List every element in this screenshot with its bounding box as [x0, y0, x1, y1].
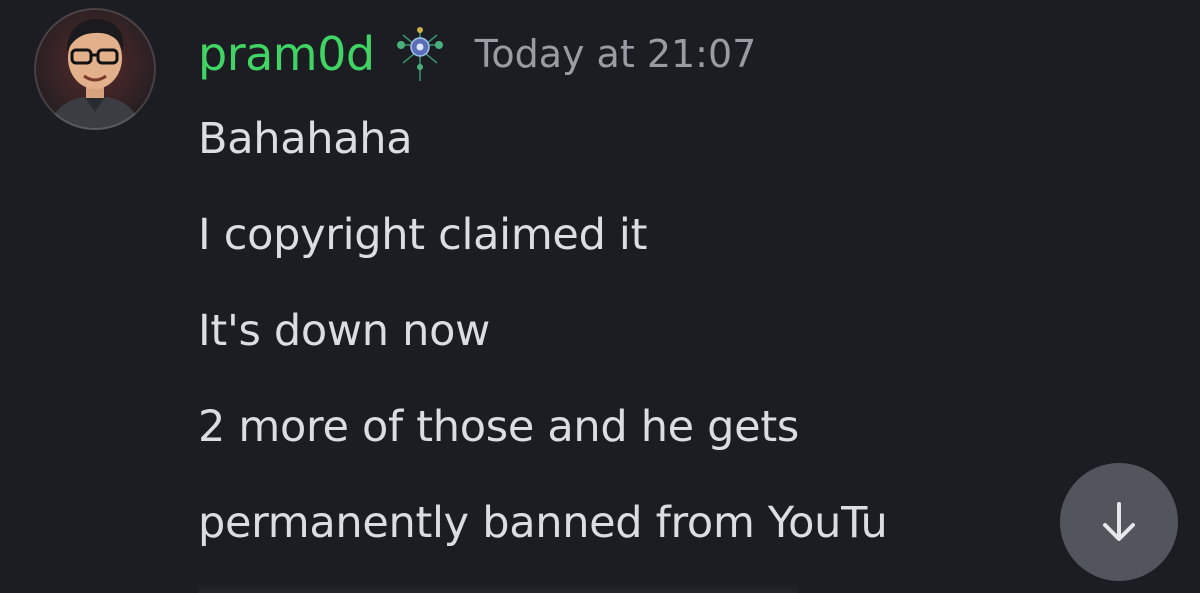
- user-avatar[interactable]: [34, 8, 156, 130]
- server-badge-icon[interactable]: [389, 23, 451, 85]
- chat-view: pram0d Today at 21:07 Bahahaha I copyrig…: [0, 0, 1200, 593]
- message-header: pram0d Today at 21:07: [198, 22, 756, 86]
- message-line[interactable]: 2 more of those and he gets: [198, 392, 1118, 488]
- message-line[interactable]: permanently banned from YouTu: [198, 488, 1058, 584]
- avatar-image: [34, 8, 156, 130]
- message-line[interactable]: It's down now: [198, 296, 1118, 392]
- message-line[interactable]: I copyright claimed it: [198, 200, 1118, 296]
- message-timestamp: Today at 21:07: [474, 32, 757, 76]
- message-content: Bahahaha I copyright claimed it It's dow…: [198, 104, 1118, 584]
- arrow-down-icon: [1103, 502, 1135, 541]
- author-username[interactable]: pram0d: [198, 31, 375, 77]
- next-line-edge: [198, 584, 798, 593]
- message-line[interactable]: Bahahaha: [198, 104, 1118, 200]
- scroll-to-bottom-button[interactable]: [1060, 463, 1178, 581]
